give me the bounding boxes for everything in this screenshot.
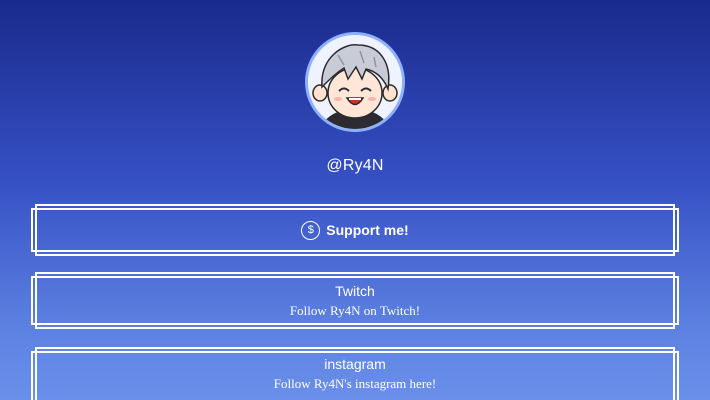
twitch-subtitle: Follow Ry4N on Twitch! [289,302,421,318]
instagram-link-button[interactable]: instagram Follow Ry4N's instagram here! [31,347,679,400]
support-label: Support me! [326,222,409,238]
profile-handle: @Ry4N [326,157,384,174]
dollar-icon: $ [301,220,321,240]
profile-avatar [305,32,405,132]
instagram-title: instagram [324,356,386,372]
support-button[interactable]: $ Support me! [31,204,679,256]
twitch-link-button[interactable]: Twitch Follow Ry4N on Twitch! [31,272,679,329]
chibi-avatar-icon [308,35,402,129]
twitch-title: Twitch [335,282,375,299]
instagram-subtitle: Follow Ry4N's instagram here! [273,376,437,391]
